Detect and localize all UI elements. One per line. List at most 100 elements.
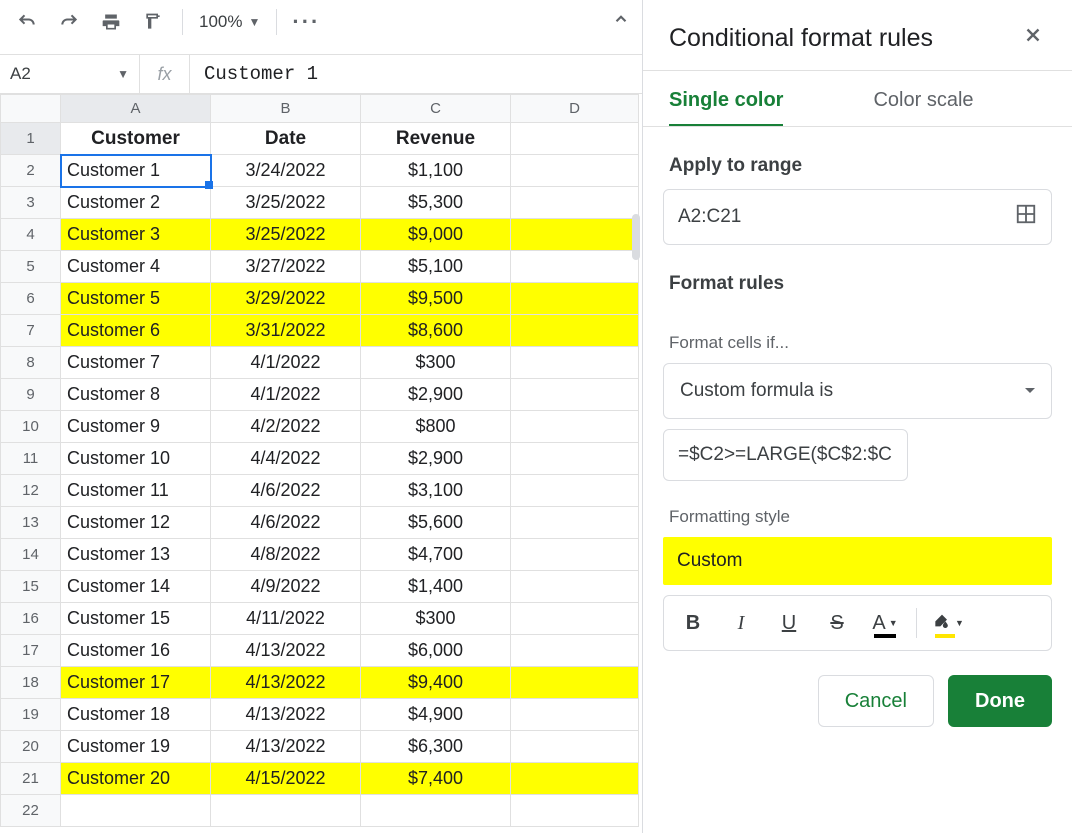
row-header[interactable]: 19 bbox=[1, 699, 61, 731]
bold-button[interactable]: B bbox=[676, 604, 710, 642]
cell-D18[interactable] bbox=[511, 667, 639, 699]
cell-A18[interactable]: Customer 17 bbox=[61, 667, 211, 699]
cell-C6[interactable]: $9,500 bbox=[361, 283, 511, 315]
cell-B17[interactable]: 4/13/2022 bbox=[211, 635, 361, 667]
close-button[interactable] bbox=[1016, 18, 1050, 58]
row-header[interactable]: 21 bbox=[1, 763, 61, 795]
cell-A22[interactable] bbox=[61, 795, 211, 827]
row-header[interactable]: 2 bbox=[1, 155, 61, 187]
tab-single-color[interactable]: Single color bbox=[669, 89, 783, 127]
cell-C18[interactable]: $9,400 bbox=[361, 667, 511, 699]
cancel-button[interactable]: Cancel bbox=[818, 675, 934, 727]
cell-A11[interactable]: Customer 10 bbox=[61, 443, 211, 475]
cell-B20[interactable]: 4/13/2022 bbox=[211, 731, 361, 763]
fill-color-button[interactable]: ▼ bbox=[931, 604, 965, 642]
cell-A9[interactable]: Customer 8 bbox=[61, 379, 211, 411]
cell-A20[interactable]: Customer 19 bbox=[61, 731, 211, 763]
cell-D14[interactable] bbox=[511, 539, 639, 571]
strikethrough-button[interactable]: S bbox=[820, 604, 854, 642]
row-header[interactable]: 7 bbox=[1, 315, 61, 347]
cell-C11[interactable]: $2,900 bbox=[361, 443, 511, 475]
row-header[interactable]: 22 bbox=[1, 795, 61, 827]
cell-A14[interactable]: Customer 13 bbox=[61, 539, 211, 571]
cell-C5[interactable]: $5,100 bbox=[361, 251, 511, 283]
cell-C16[interactable]: $300 bbox=[361, 603, 511, 635]
row-header[interactable]: 5 bbox=[1, 251, 61, 283]
text-color-button[interactable]: A▼ bbox=[868, 604, 902, 642]
cell-D22[interactable] bbox=[511, 795, 639, 827]
cell-D10[interactable] bbox=[511, 411, 639, 443]
underline-button[interactable]: U bbox=[772, 604, 806, 642]
more-button[interactable]: ··· bbox=[287, 3, 325, 41]
zoom-dropdown[interactable]: 100% ▼ bbox=[193, 12, 266, 32]
row-header[interactable]: 13 bbox=[1, 507, 61, 539]
cell-A15[interactable]: Customer 14 bbox=[61, 571, 211, 603]
cell-B18[interactable]: 4/13/2022 bbox=[211, 667, 361, 699]
cell-B19[interactable]: 4/13/2022 bbox=[211, 699, 361, 731]
cell-A1[interactable]: Customer bbox=[61, 123, 211, 155]
spreadsheet-grid[interactable]: A B C D 1CustomerDateRevenue2Customer 13… bbox=[0, 94, 642, 833]
cell-B12[interactable]: 4/6/2022 bbox=[211, 475, 361, 507]
cell-D2[interactable] bbox=[511, 155, 639, 187]
redo-button[interactable] bbox=[50, 3, 88, 41]
row-header[interactable]: 16 bbox=[1, 603, 61, 635]
row-header[interactable]: 1 bbox=[1, 123, 61, 155]
cell-D11[interactable] bbox=[511, 443, 639, 475]
cell-D15[interactable] bbox=[511, 571, 639, 603]
cell-C12[interactable]: $3,100 bbox=[361, 475, 511, 507]
cell-B10[interactable]: 4/2/2022 bbox=[211, 411, 361, 443]
cell-C4[interactable]: $9,000 bbox=[361, 219, 511, 251]
cell-A6[interactable]: Customer 5 bbox=[61, 283, 211, 315]
cell-C13[interactable]: $5,600 bbox=[361, 507, 511, 539]
column-header-D[interactable]: D bbox=[511, 95, 639, 123]
cell-C21[interactable]: $7,400 bbox=[361, 763, 511, 795]
cell-B8[interactable]: 4/1/2022 bbox=[211, 347, 361, 379]
cell-A12[interactable]: Customer 11 bbox=[61, 475, 211, 507]
cell-C7[interactable]: $8,600 bbox=[361, 315, 511, 347]
collapse-toolbar-button[interactable] bbox=[612, 10, 630, 33]
row-header[interactable]: 12 bbox=[1, 475, 61, 507]
cell-C20[interactable]: $6,300 bbox=[361, 731, 511, 763]
cell-C17[interactable]: $6,000 bbox=[361, 635, 511, 667]
condition-dropdown[interactable]: Custom formula is bbox=[663, 363, 1052, 419]
formula-input[interactable]: =$C2>=LARGE($C$2:$C bbox=[663, 429, 908, 481]
tab-color-scale[interactable]: Color scale bbox=[873, 89, 973, 127]
cell-B15[interactable]: 4/9/2022 bbox=[211, 571, 361, 603]
cell-D4[interactable] bbox=[511, 219, 639, 251]
row-header[interactable]: 17 bbox=[1, 635, 61, 667]
cell-D8[interactable] bbox=[511, 347, 639, 379]
cell-D3[interactable] bbox=[511, 187, 639, 219]
cell-B9[interactable]: 4/1/2022 bbox=[211, 379, 361, 411]
row-header[interactable]: 18 bbox=[1, 667, 61, 699]
done-button[interactable]: Done bbox=[948, 675, 1052, 727]
cell-D16[interactable] bbox=[511, 603, 639, 635]
cell-A4[interactable]: Customer 3 bbox=[61, 219, 211, 251]
cell-C8[interactable]: $300 bbox=[361, 347, 511, 379]
cell-D20[interactable] bbox=[511, 731, 639, 763]
cell-B13[interactable]: 4/6/2022 bbox=[211, 507, 361, 539]
select-range-icon[interactable] bbox=[1015, 203, 1037, 231]
row-header[interactable]: 11 bbox=[1, 443, 61, 475]
cell-B3[interactable]: 3/25/2022 bbox=[211, 187, 361, 219]
name-box[interactable]: A2 ▼ bbox=[0, 54, 140, 94]
cell-C14[interactable]: $4,700 bbox=[361, 539, 511, 571]
cell-D7[interactable] bbox=[511, 315, 639, 347]
cell-A13[interactable]: Customer 12 bbox=[61, 507, 211, 539]
cell-A17[interactable]: Customer 16 bbox=[61, 635, 211, 667]
print-button[interactable] bbox=[92, 3, 130, 41]
row-header[interactable]: 15 bbox=[1, 571, 61, 603]
italic-button[interactable]: I bbox=[724, 604, 758, 642]
cell-D9[interactable] bbox=[511, 379, 639, 411]
cell-D17[interactable] bbox=[511, 635, 639, 667]
cell-B5[interactable]: 3/27/2022 bbox=[211, 251, 361, 283]
column-header-A[interactable]: A bbox=[61, 95, 211, 123]
row-header[interactable]: 9 bbox=[1, 379, 61, 411]
select-all-corner[interactable] bbox=[1, 95, 61, 123]
row-header[interactable]: 6 bbox=[1, 283, 61, 315]
vertical-scrollbar[interactable] bbox=[632, 214, 640, 260]
cell-C3[interactable]: $5,300 bbox=[361, 187, 511, 219]
cell-D19[interactable] bbox=[511, 699, 639, 731]
cell-B7[interactable]: 3/31/2022 bbox=[211, 315, 361, 347]
row-header[interactable]: 4 bbox=[1, 219, 61, 251]
cell-C19[interactable]: $4,900 bbox=[361, 699, 511, 731]
